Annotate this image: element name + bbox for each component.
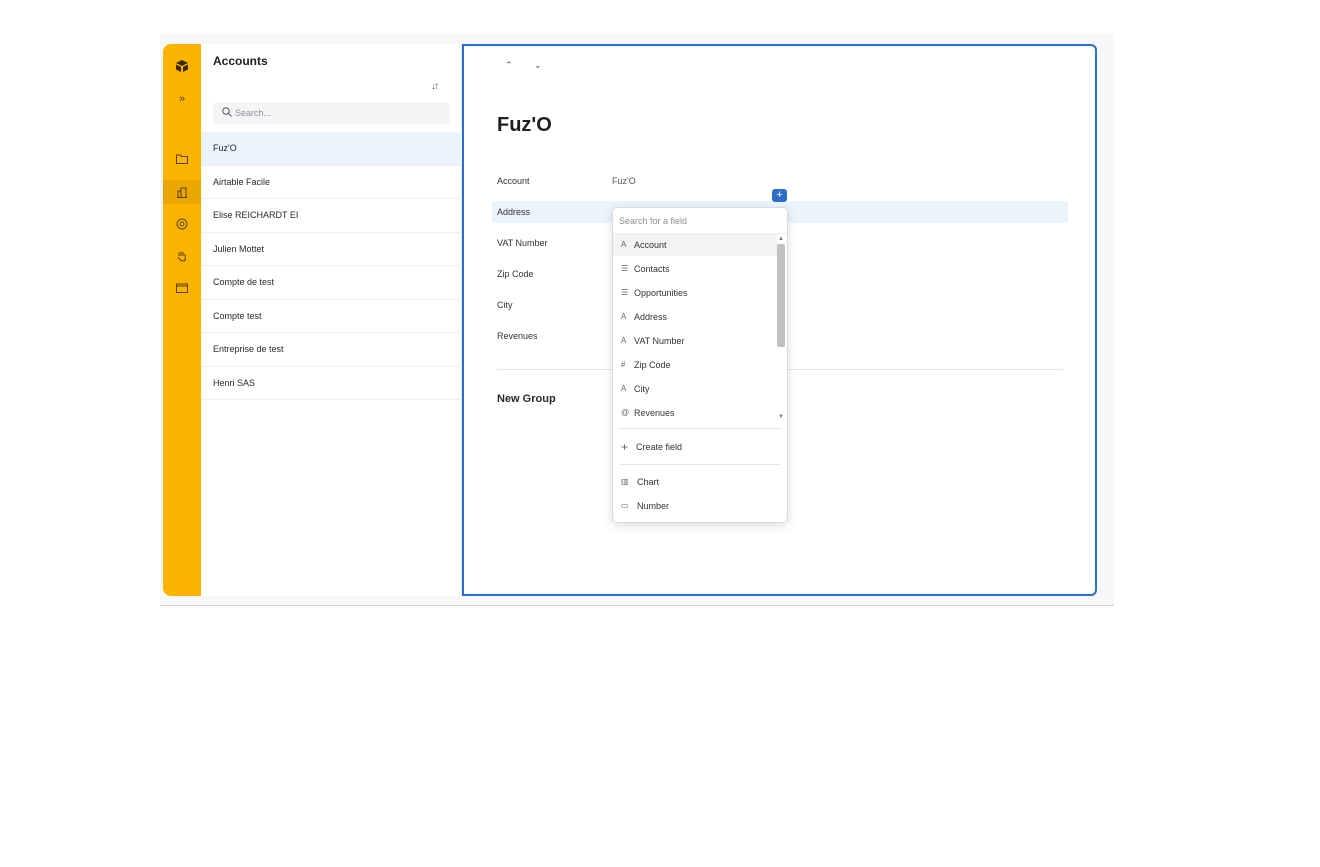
field-label-address: Address <box>497 207 531 217</box>
field-label-vat-number: VAT Number <box>497 238 548 248</box>
formula-field-icon: @ <box>621 408 630 417</box>
record-title: Fuz'O <box>497 114 552 136</box>
accounts-list: Fuz'O Airtable Facile Elise REICHARDT EI… <box>201 132 462 400</box>
archive-icon[interactable] <box>163 276 201 300</box>
field-option-address[interactable]: A Address <box>613 305 777 328</box>
field-option-revenues[interactable]: @ Revenues <box>613 401 777 424</box>
list-item[interactable]: Elise REICHARDT EI <box>201 199 462 233</box>
app-rail: » <box>163 44 201 596</box>
field-option-zip-code[interactable]: # Zip Code <box>613 353 777 376</box>
field-option-label: VAT Number <box>634 335 685 346</box>
field-label-revenues: Revenues <box>497 331 538 341</box>
building-icon[interactable] <box>163 180 201 204</box>
list-item[interactable]: Julien Mottet <box>201 233 462 266</box>
field-label-account: Account <box>497 176 530 186</box>
create-field-label: Create field <box>636 441 683 452</box>
field-label-zip-code: Zip Code <box>497 269 534 279</box>
list-item[interactable]: Compte test <box>201 300 462 333</box>
text-field-icon: A <box>621 384 627 393</box>
search-icon <box>222 106 232 120</box>
chevron-down-icon[interactable]: ⌄ <box>534 60 542 71</box>
group-title: New Group <box>497 393 556 405</box>
field-option-label: Chart <box>637 476 660 487</box>
field-option-label: Opportunities <box>634 287 688 298</box>
list-item[interactable]: Fuz'O <box>201 132 462 166</box>
field-search-input[interactable]: Search for a field <box>619 216 687 226</box>
text-field-icon: A <box>621 240 627 249</box>
field-option-chart[interactable]: ▥ Chart <box>613 470 777 493</box>
expand-icon[interactable]: » <box>163 87 201 111</box>
field-picker-dropdown: Search for a field A Account ☰ Contacts … <box>612 207 788 523</box>
list-item[interactable]: Entreprise de test <box>201 333 462 367</box>
field-option-number[interactable]: ▭ Number <box>613 494 777 517</box>
field-option-opportunities[interactable]: ☰ Opportunities <box>613 281 777 304</box>
support-icon[interactable] <box>163 212 201 236</box>
accounts-search-input[interactable]: Search... <box>213 102 450 124</box>
field-value-account[interactable]: Fuz'O <box>612 176 636 186</box>
chevron-up-icon[interactable]: ⌃ <box>505 60 513 71</box>
sort-icon[interactable]: ↓↑ <box>431 81 439 92</box>
number-icon: ▭ <box>621 501 629 510</box>
dropdown-scrollbar[interactable]: ▲ ▼ <box>777 235 785 423</box>
plus-icon: + <box>621 439 629 454</box>
airtable-logo-icon[interactable] <box>163 54 201 78</box>
field-option-label: Number <box>637 500 670 511</box>
field-option-label: Address <box>634 311 668 322</box>
field-option-label: Account <box>634 239 667 250</box>
scroll-thumb[interactable] <box>777 244 785 347</box>
list-item[interactable]: Henri SAS <box>201 367 462 400</box>
dropdown-divider <box>619 464 781 465</box>
text-field-icon: A <box>621 336 627 345</box>
field-label-city: City <box>497 300 513 310</box>
accounts-panel: Accounts ↓↑ Search... Fuz'O Airtable Fac… <box>201 44 462 596</box>
linked-record-icon: ☰ <box>621 288 629 297</box>
create-field-option[interactable]: + Create field <box>613 435 777 458</box>
number-field-icon: # <box>621 360 626 369</box>
field-option-label: Contacts <box>634 263 670 274</box>
field-option-vat-number[interactable]: A VAT Number <box>613 329 777 352</box>
scroll-up-icon[interactable]: ▲ <box>777 235 785 243</box>
chart-icon: ▥ <box>621 477 629 486</box>
field-option-contacts[interactable]: ☰ Contacts <box>613 257 777 280</box>
dropdown-divider <box>619 428 781 429</box>
field-option-label: City <box>634 383 650 394</box>
field-option-city[interactable]: A City <box>613 377 777 400</box>
hand-icon[interactable] <box>163 244 201 268</box>
list-item[interactable]: Airtable Facile <box>201 166 462 199</box>
add-field-button[interactable]: + <box>772 189 787 202</box>
panel-title: Accounts <box>213 54 268 68</box>
field-option-account[interactable]: A Account <box>613 233 777 256</box>
text-field-icon: A <box>621 312 627 321</box>
list-item[interactable]: Compte de test <box>201 266 462 300</box>
field-option-label: Revenues <box>634 407 675 418</box>
folder-icon[interactable] <box>163 147 201 171</box>
field-option-label: Zip Code <box>634 359 671 370</box>
linked-record-icon: ☰ <box>621 264 629 273</box>
search-placeholder: Search... <box>235 108 272 118</box>
scroll-down-icon[interactable]: ▼ <box>777 413 785 421</box>
